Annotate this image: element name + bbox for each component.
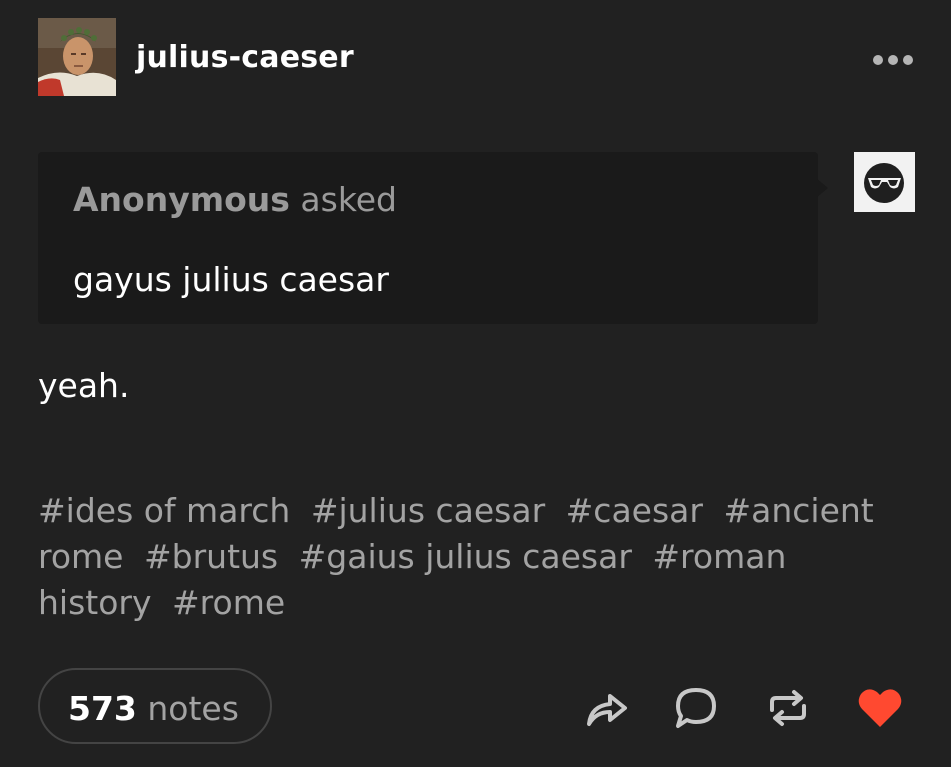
tag-link[interactable]: #gaius julius caesar — [299, 537, 632, 576]
reblog-icon[interactable] — [764, 684, 812, 732]
notes-label: notes — [147, 689, 239, 728]
more-dot — [888, 55, 898, 65]
notes-content: 573 notes — [68, 689, 239, 728]
answer-text: yeah. — [38, 366, 130, 405]
blog-name[interactable]: julius-caeser — [136, 40, 354, 75]
tag-link[interactable]: #caesar — [566, 491, 703, 530]
asker-name: Anonymous — [73, 180, 290, 219]
tag-list: #ides of march #julius caesar #caesar #a… — [38, 488, 918, 626]
post-header: julius-caeser — [38, 18, 923, 98]
more-icon[interactable] — [873, 50, 919, 65]
notes-button[interactable]: 573 notes — [38, 668, 272, 744]
ask-bubble-pointer — [816, 178, 828, 198]
more-dot — [903, 55, 913, 65]
question-text: gayus julius caesar — [73, 260, 389, 299]
more-dot — [873, 55, 883, 65]
tag-link[interactable]: #brutus — [144, 537, 278, 576]
tag-link[interactable]: #julius caesar — [311, 491, 545, 530]
tag-link[interactable]: #ides of march — [38, 491, 290, 530]
post-footer: 573 notes — [38, 668, 918, 746]
notes-count: 573 — [68, 689, 137, 728]
ask-box: Anonymous asked gayus julius caesar — [38, 152, 818, 324]
anonymous-avatar — [854, 152, 915, 212]
share-icon[interactable] — [582, 684, 630, 732]
asker-line: Anonymous asked — [73, 180, 397, 219]
heart-icon[interactable] — [856, 684, 904, 732]
tag-link[interactable]: #rome — [172, 583, 285, 622]
asked-label: asked — [300, 180, 398, 219]
blog-avatar[interactable] — [38, 18, 116, 96]
reply-icon[interactable] — [672, 684, 720, 732]
